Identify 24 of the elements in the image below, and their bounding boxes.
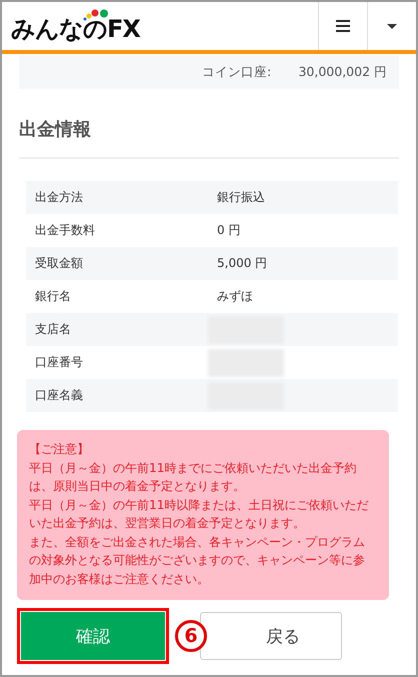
row-label: 受取金額 xyxy=(34,255,84,272)
notice-text: 【ご注意】 xyxy=(29,441,90,458)
back-button[interactable]: 戻る xyxy=(200,612,342,660)
row-label: 支店名 xyxy=(34,321,72,338)
balance-value: 30,000,002 円 xyxy=(298,64,387,80)
notice-text: 平日（月～金）の午前11時以降または、土日祝にご依頼いただいた出金予約は、翌営業日の着金予定となります。 xyxy=(29,496,370,532)
row-value: 0 円 xyxy=(217,222,240,239)
row-label: 口座番号 xyxy=(34,354,84,371)
caret-icon xyxy=(387,24,397,28)
notice-text: また、全額をご出金された場合、各キャンペーン・プログラムの対象外となる可能性がございますので、キャンペーン等に参加中のお客様はご注意ください。 xyxy=(29,534,366,588)
logo[interactable]: みんなのFX xyxy=(11,9,140,43)
balance-label: コイン口座: xyxy=(202,64,272,80)
row-label: 出金手数料 xyxy=(34,222,96,239)
logo-dots-icon xyxy=(83,9,109,21)
row-label: 出金方法 xyxy=(34,189,84,206)
row-value: 5,000 円 xyxy=(217,255,268,272)
menu-icon xyxy=(336,20,350,32)
row-value: 銀行振込 xyxy=(217,189,265,206)
notice-text: 平日（月～金）の午前11時までにご依頼いただいた出金予約は、原則当日中の着金予定となります。 xyxy=(29,460,358,495)
section-title: 出金情報 xyxy=(19,117,399,159)
row-label: 銀行名 xyxy=(34,288,72,305)
step-marker: 6 xyxy=(175,620,207,652)
row-label: 口座名義 xyxy=(34,387,84,404)
row-value: みずほ xyxy=(217,288,253,305)
